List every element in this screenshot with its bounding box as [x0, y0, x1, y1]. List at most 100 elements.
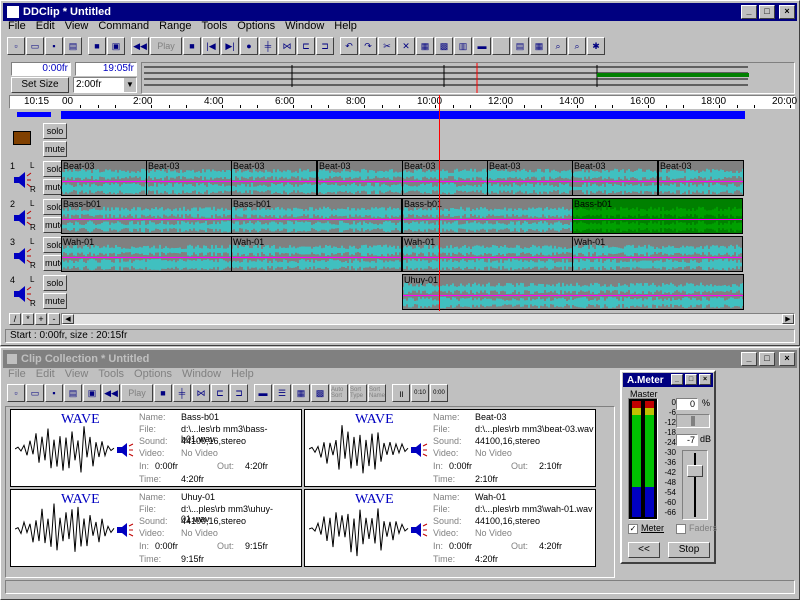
collection-trim-right-icon[interactable]: ⊐ [230, 384, 248, 402]
collection-split-icon[interactable]: ╪ [173, 384, 191, 402]
zoom-in-icon[interactable]: ⌕ [549, 37, 567, 55]
speaker-icon[interactable] [115, 442, 135, 458]
split-icon[interactable]: ╪ [259, 37, 277, 55]
collection-trim-left-icon[interactable]: ⊏ [211, 384, 229, 402]
save-icon[interactable]: ▪ [45, 37, 63, 55]
speaker-icon[interactable] [12, 209, 32, 227]
view-grid-icon[interactable]: ▦ [292, 384, 310, 402]
pan-slider[interactable] [676, 414, 710, 428]
faders-checkbox[interactable] [676, 524, 686, 534]
timeline-clip[interactable]: Beat-03 [658, 160, 744, 196]
join-icon[interactable]: ⋈ [278, 37, 296, 55]
trim-left-icon[interactable]: ⊏ [297, 37, 315, 55]
stop-square-icon[interactable]: ■ [88, 37, 106, 55]
minus-button[interactable]: - [48, 313, 60, 325]
minimize-button[interactable]: _ [741, 5, 757, 19]
menu-command[interactable]: Command [93, 20, 154, 32]
rewind-icon[interactable]: ◀◀ [131, 37, 149, 55]
timeline-clip[interactable]: Bass-b01 [402, 198, 573, 234]
ameter-close-button[interactable]: × [699, 374, 711, 385]
view-details-icon[interactable]: ☰ [273, 384, 291, 402]
speaker-icon[interactable] [12, 247, 32, 265]
pan-slider-thumb[interactable] [691, 416, 695, 426]
pause-icon[interactable]: ॥ [392, 384, 410, 402]
collection-save-icon[interactable]: ▪ [45, 384, 63, 402]
timeline-clip[interactable]: Bass-b01 [231, 198, 402, 234]
back-button[interactable]: << [628, 542, 660, 558]
ameter-titlebar[interactable]: A.Meter _ □ × [623, 373, 713, 387]
collection-menu-options[interactable]: Options [129, 368, 177, 380]
blank-icon[interactable] [492, 37, 510, 55]
clip-card[interactable]: WAVE Name: Bass-b01 File: d:\...les\rb mm3\b… [10, 409, 302, 487]
timeline-clip[interactable]: Beat-03 [317, 160, 403, 196]
clip-card[interactable]: WAVE Name: Uhuy-01 File: d:\...ples\rb mm3\u… [10, 489, 302, 567]
timeline-clip[interactable]: Bass-b01 [61, 198, 232, 234]
scroll-right-button[interactable]: ▶ [782, 314, 794, 324]
timeline-range-bar[interactable] [61, 111, 745, 119]
pos-start-field[interactable]: 0:00fr [11, 62, 71, 76]
tools-icon[interactable]: ✱ [587, 37, 605, 55]
ameter-minimize-button[interactable]: _ [671, 374, 683, 385]
collection-new-icon[interactable]: ▫ [7, 384, 25, 402]
view-list-icon[interactable]: ▬ [254, 384, 272, 402]
tracks-icon[interactable]: ▦ [530, 37, 548, 55]
collection-play-button[interactable]: Play [121, 384, 153, 402]
select-all-icon[interactable]: ▩ [435, 37, 453, 55]
gain-input[interactable]: -7 [676, 434, 698, 446]
copy-icon[interactable]: ▤ [64, 37, 82, 55]
timeline-clip[interactable]: Beat-03 [572, 160, 658, 196]
collection-menu-window[interactable]: Window [177, 368, 226, 380]
skip-start-icon[interactable]: |◀ [202, 37, 220, 55]
pos-end-field[interactable]: 19:05fr [75, 62, 137, 76]
new-icon[interactable]: ▫ [7, 37, 25, 55]
collection-copy-icon[interactable]: ▤ [64, 384, 82, 402]
collection-stop-icon[interactable]: ■ [154, 384, 172, 402]
stop-button[interactable]: Stop [668, 542, 710, 558]
ameter-maximize-button[interactable]: □ [685, 374, 697, 385]
size-select[interactable]: 2:00fr ▼ [73, 77, 137, 93]
collection-menu-file[interactable]: File [3, 368, 31, 380]
collection-minimize-button[interactable]: _ [741, 352, 757, 366]
grid-icon[interactable]: ▥ [454, 37, 472, 55]
collection-menu-edit[interactable]: Edit [31, 368, 60, 380]
layout-icon[interactable]: ▤ [511, 37, 529, 55]
timeline-clip[interactable]: Beat-03 [146, 160, 232, 196]
collection-menu-help[interactable]: Help [226, 368, 259, 380]
timeline-clip[interactable]: Beat-03 [487, 160, 573, 196]
collection-maximize-button[interactable]: □ [759, 352, 775, 366]
fader-thumb[interactable] [687, 465, 703, 477]
timeline-clip[interactable]: Beat-03 [402, 160, 488, 196]
menu-edit[interactable]: Edit [31, 20, 60, 32]
speaker-icon[interactable] [115, 522, 135, 538]
timeline-clip[interactable]: Wah-01 [231, 236, 402, 272]
collection-open-icon[interactable]: ▭ [26, 384, 44, 402]
sort-name-button[interactable]: Sort Name [368, 384, 386, 402]
collection-close-button[interactable]: × [779, 352, 795, 366]
redo-icon[interactable]: ↷ [359, 37, 377, 55]
collection-menu-tools[interactable]: Tools [93, 368, 129, 380]
add-track-button[interactable]: / [9, 313, 21, 325]
plus-button[interactable]: + [35, 313, 47, 325]
collection-rewind-icon[interactable]: ◀◀ [102, 384, 120, 402]
trim-right-icon[interactable]: ⊐ [316, 37, 334, 55]
menu-window[interactable]: Window [280, 20, 329, 32]
video-solo-button[interactable]: solo [43, 123, 67, 139]
menu-view[interactable]: View [60, 20, 94, 32]
close-button[interactable]: × [779, 5, 795, 19]
menu-options[interactable]: Options [232, 20, 280, 32]
scroll-left-button[interactable]: ◀ [62, 314, 74, 324]
skip-end-icon[interactable]: ▶| [221, 37, 239, 55]
horizontal-scrollbar[interactable]: ◀ ▶ [61, 313, 795, 325]
sort-type-button[interactable]: Sort Type [349, 384, 367, 402]
speaker-icon[interactable] [409, 522, 429, 538]
open-icon[interactable]: ▭ [26, 37, 44, 55]
undo-icon[interactable]: ↶ [340, 37, 358, 55]
mute-button[interactable]: mute [43, 293, 67, 309]
stop-icon[interactable]: ■ [183, 37, 201, 55]
speaker-icon[interactable] [409, 442, 429, 458]
collection-monitor-icon[interactable]: ▣ [83, 384, 101, 402]
overview-panel[interactable] [141, 62, 795, 94]
timeline-clip[interactable]: Wah-01 [61, 236, 232, 272]
cut-icon[interactable]: ✂ [378, 37, 396, 55]
timeline-clip[interactable]: Bass-b01 [572, 198, 743, 234]
